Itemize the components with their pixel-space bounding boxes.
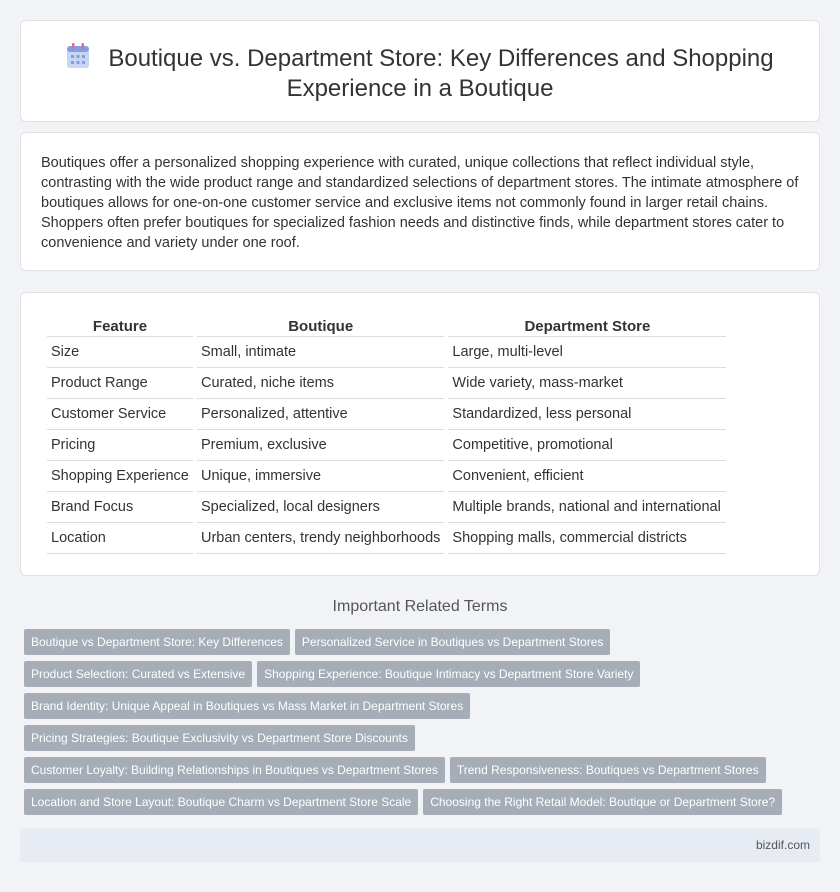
table-row: Customer Service Personalized, attentive S… [47,399,727,430]
related-terms-row: Pricing Strategies: Boutique Exclusivity… [24,725,814,757]
related-terms-row: Location and Store Layout: Boutique Char… [24,789,814,821]
cell-department-store: Multiple brands, national and internatio… [448,492,727,523]
calendar-icon [67,43,90,68]
cell-boutique: Small, intimate [197,337,445,368]
cell-boutique: Premium, exclusive [197,430,445,461]
related-terms-row: Brand Identity: Unique Appeal in Boutiqu… [24,693,814,725]
table-row: Size Small, intimate Large, multi-level [47,337,727,368]
related-term-link[interactable]: Trend Responsiveness: Boutiques vs Depar… [449,757,766,783]
related-term-link[interactable]: Location and Store Layout: Boutique Char… [24,789,419,815]
related-term-link[interactable]: Customer Loyalty: Building Relationships… [24,757,445,783]
related-term-link[interactable]: Pricing Strategies: Boutique Exclusivity… [24,725,415,751]
intro-paragraph: Boutiques offer a personalized shopping … [41,155,799,251]
page-title-wrap: Boutique vs. Department Store: Key Diffe… [21,43,819,104]
title-card: Boutique vs. Department Store: Key Diffe… [20,20,820,122]
cell-boutique: Personalized, attentive [197,399,445,430]
cell-department-store: Standardized, less personal [448,399,727,430]
related-terms-row: Product Selection: Curated vs Extensive S… [24,661,814,693]
footer: bizdif.com [20,828,820,862]
related-terms-list: Boutique vs Department Store: Key Differ… [24,629,814,821]
intro-card: Boutiques offer a personalized shopping … [20,132,820,271]
cell-boutique: Specialized, local designers [197,492,445,523]
cell-department-store: Shopping malls, commercial districts [448,523,727,554]
cell-boutique: Curated, niche items [197,368,445,399]
related-term-link[interactable]: Choosing the Right Retail Model: Boutiqu… [423,789,783,815]
cell-department-store: Wide variety, mass-market [448,368,727,399]
header-boutique: Boutique [197,315,445,337]
cell-feature: Customer Service [47,399,193,430]
page-title: Boutique vs. Department Store: Key Diffe… [108,45,774,102]
cell-feature: Size [47,337,193,368]
table-row: Location Urban centers, trendy neighborho… [47,523,727,554]
cell-boutique: Urban centers, trendy neighborhoods [197,523,445,554]
related-terms-row: Customer Loyalty: Building Relationships… [24,757,814,789]
cell-department-store: Convenient, efficient [448,461,727,492]
cell-department-store: Large, multi-level [448,337,727,368]
related-term-link[interactable]: Brand Identity: Unique Appeal in Boutiqu… [24,693,471,719]
related-terms-row: Boutique vs Department Store: Key Differ… [24,629,814,661]
related-term-link[interactable]: Shopping Experience: Boutique Intimacy v… [257,661,641,687]
cell-feature: Brand Focus [47,492,193,523]
comparison-table: Feature Boutique Department Store Size Sm… [43,315,730,554]
table-row: Pricing Premium, exclusive Competitive, pr… [47,430,727,461]
table-header-row: Feature Boutique Department Store [47,315,727,337]
table-row: Shopping Experience Unique, immersive Conv… [47,461,727,492]
cell-boutique: Unique, immersive [197,461,445,492]
cell-department-store: Competitive, promotional [448,430,727,461]
related-term-link[interactable]: Product Selection: Curated vs Extensive [24,661,253,687]
comparison-card: Feature Boutique Department Store Size Sm… [20,292,820,576]
header-feature: Feature [47,315,193,337]
cell-feature: Product Range [47,368,193,399]
footer-site: bizdif.com [755,838,810,852]
header-department-store: Department Store [448,315,727,337]
cell-feature: Shopping Experience [47,461,193,492]
cell-feature: Location [47,523,193,554]
table-row: Brand Focus Specialized, local designers M… [47,492,727,523]
table-row: Product Range Curated, niche items Wide va… [47,368,727,399]
related-term-link[interactable]: Boutique vs Department Store: Key Differ… [24,629,290,655]
related-term-link[interactable]: Personalized Service in Boutiques vs Dep… [294,629,611,655]
related-terms-title: Important Related Terms [332,598,508,615]
cell-feature: Pricing [47,430,193,461]
